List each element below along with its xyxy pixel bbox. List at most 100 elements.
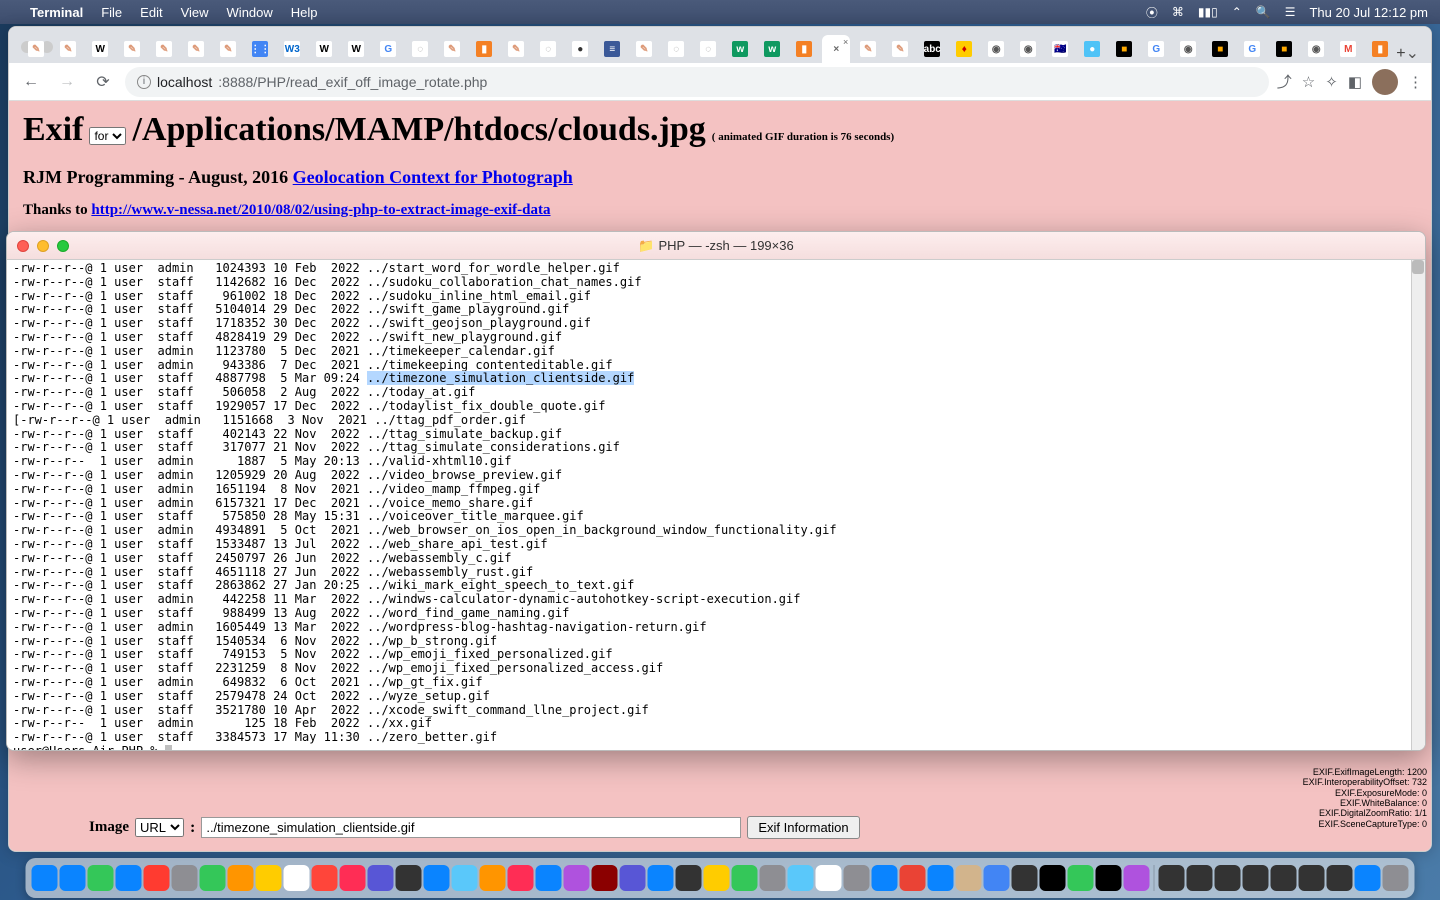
dock-app-icon[interactable]: [1271, 865, 1297, 891]
dock-app-icon[interactable]: [1243, 865, 1269, 891]
dock-app-icon[interactable]: [900, 865, 926, 891]
browser-tab[interactable]: ✎: [438, 35, 466, 63]
browser-tab[interactable]: w: [758, 35, 786, 63]
browser-tab[interactable]: ✎: [502, 35, 530, 63]
thanks-link[interactable]: http://www.v-nessa.net/2010/08/02/using-…: [91, 202, 550, 218]
dock-app-icon[interactable]: [760, 865, 786, 891]
browser-tab[interactable]: 🇦🇺: [1046, 35, 1074, 63]
menubar-help[interactable]: Help: [291, 5, 318, 20]
dock-app-icon[interactable]: [956, 865, 982, 891]
menubar-view[interactable]: View: [181, 5, 209, 20]
browser-tab[interactable]: ■: [1270, 35, 1298, 63]
browser-tab[interactable]: ◌: [662, 35, 690, 63]
dock-app-icon[interactable]: [452, 865, 478, 891]
battery-icon[interactable]: ▮▮▯: [1198, 5, 1218, 19]
browser-tab[interactable]: W3: [278, 35, 306, 63]
dock-app-icon[interactable]: [1383, 865, 1409, 891]
dock-app-icon[interactable]: [424, 865, 450, 891]
reload-button[interactable]: ⟳: [89, 68, 117, 96]
dock-app-icon[interactable]: [340, 865, 366, 891]
extensions-icon[interactable]: ✧: [1325, 73, 1338, 91]
browser-tab[interactable]: G: [374, 35, 402, 63]
browser-tab[interactable]: ✎: [854, 35, 882, 63]
dock-app-icon[interactable]: [1124, 865, 1150, 891]
browser-tab[interactable]: ✎: [630, 35, 658, 63]
dock-app-icon[interactable]: [592, 865, 618, 891]
dock-app-icon[interactable]: [788, 865, 814, 891]
dock-app-icon[interactable]: [620, 865, 646, 891]
dock-app-icon[interactable]: [312, 865, 338, 891]
browser-tab[interactable]: ●: [566, 35, 594, 63]
dock-app-icon[interactable]: [1159, 865, 1185, 891]
tab-close-icon[interactable]: ×: [843, 37, 848, 47]
dock-app-icon[interactable]: [200, 865, 226, 891]
terminal-output[interactable]: -rw-r--r--@ 1 user admin 1024393 10 Feb …: [7, 260, 1425, 750]
browser-tab[interactable]: ✎: [54, 35, 82, 63]
browser-tab[interactable]: G: [1238, 35, 1266, 63]
image-url-input[interactable]: [201, 817, 741, 838]
browser-tab[interactable]: W: [86, 35, 114, 63]
wifi-icon[interactable]: ⌃: [1232, 5, 1242, 19]
dock-app-icon[interactable]: [480, 865, 506, 891]
dock-app-icon[interactable]: [1299, 865, 1325, 891]
dock-app-icon[interactable]: [396, 865, 422, 891]
browser-tab[interactable]: ■: [1206, 35, 1234, 63]
menubar-window[interactable]: Window: [227, 5, 273, 20]
browser-tab[interactable]: ●: [1078, 35, 1106, 63]
menubar-app-name[interactable]: Terminal: [30, 5, 83, 20]
dock-app-icon[interactable]: [368, 865, 394, 891]
browser-tab[interactable]: ▮: [1366, 35, 1394, 63]
dock-app-icon[interactable]: [1355, 865, 1381, 891]
dock-app-icon[interactable]: [1040, 865, 1066, 891]
browser-tab[interactable]: M: [1334, 35, 1362, 63]
dock-app-icon[interactable]: [1327, 865, 1353, 891]
title-mode-select[interactable]: for: [89, 127, 126, 145]
browser-tab[interactable]: ≡: [598, 35, 626, 63]
browser-tab[interactable]: ✎: [214, 35, 242, 63]
spotlight-icon[interactable]: 🔍: [1256, 5, 1271, 19]
browser-tab[interactable]: ◉: [1302, 35, 1330, 63]
browser-tab[interactable]: W: [310, 35, 338, 63]
dock-app-icon[interactable]: [284, 865, 310, 891]
dock-app-icon[interactable]: [88, 865, 114, 891]
browser-tab[interactable]: abc: [918, 35, 946, 63]
image-source-select[interactable]: URL: [135, 818, 184, 837]
exif-info-button[interactable]: Exif Information: [747, 816, 859, 839]
browser-tab[interactable]: ◉: [1174, 35, 1202, 63]
dock-app-icon[interactable]: [256, 865, 282, 891]
dock-app-icon[interactable]: [732, 865, 758, 891]
browser-tab[interactable]: ▮: [790, 35, 818, 63]
browser-tab[interactable]: ◌: [694, 35, 722, 63]
site-info-icon[interactable]: i: [137, 75, 151, 89]
dock-app-icon[interactable]: [816, 865, 842, 891]
browser-tab[interactable]: ■: [1110, 35, 1138, 63]
screen-record-icon[interactable]: ⦿: [1146, 4, 1158, 21]
browser-tab[interactable]: w: [726, 35, 754, 63]
dock-app-icon[interactable]: [1068, 865, 1094, 891]
dock-app-icon[interactable]: [648, 865, 674, 891]
dock-app-icon[interactable]: [1096, 865, 1122, 891]
control-center-icon[interactable]: ☰: [1285, 5, 1296, 19]
browser-tab[interactable]: ✎: [886, 35, 914, 63]
back-button[interactable]: ←: [17, 68, 45, 96]
dock-app-icon[interactable]: [844, 865, 870, 891]
browser-tab[interactable]: ⋮⋮: [246, 35, 274, 63]
geolocation-link[interactable]: Geolocation Context for Photograph: [293, 167, 573, 187]
dock-app-icon[interactable]: [704, 865, 730, 891]
browser-tab[interactable]: ▮: [470, 35, 498, 63]
share-icon[interactable]: ⤴: [1277, 71, 1292, 92]
dock-app-icon[interactable]: [32, 865, 58, 891]
browser-tab[interactable]: G: [1142, 35, 1170, 63]
browser-tab[interactable]: ✎: [182, 35, 210, 63]
browser-tab[interactable]: ✎: [150, 35, 178, 63]
term-zoom-icon[interactable]: [57, 240, 69, 252]
dock-app-icon[interactable]: [1012, 865, 1038, 891]
address-bar[interactable]: i localhost:8888/PHP/read_exif_off_image…: [125, 67, 1269, 97]
dock-app-icon[interactable]: [1215, 865, 1241, 891]
browser-tab[interactable]: ◉: [1014, 35, 1042, 63]
browser-tab[interactable]: ××: [822, 35, 850, 63]
dock-app-icon[interactable]: [228, 865, 254, 891]
dock-app-icon[interactable]: [928, 865, 954, 891]
term-minimize-icon[interactable]: [37, 240, 49, 252]
dock-app-icon[interactable]: [1187, 865, 1213, 891]
